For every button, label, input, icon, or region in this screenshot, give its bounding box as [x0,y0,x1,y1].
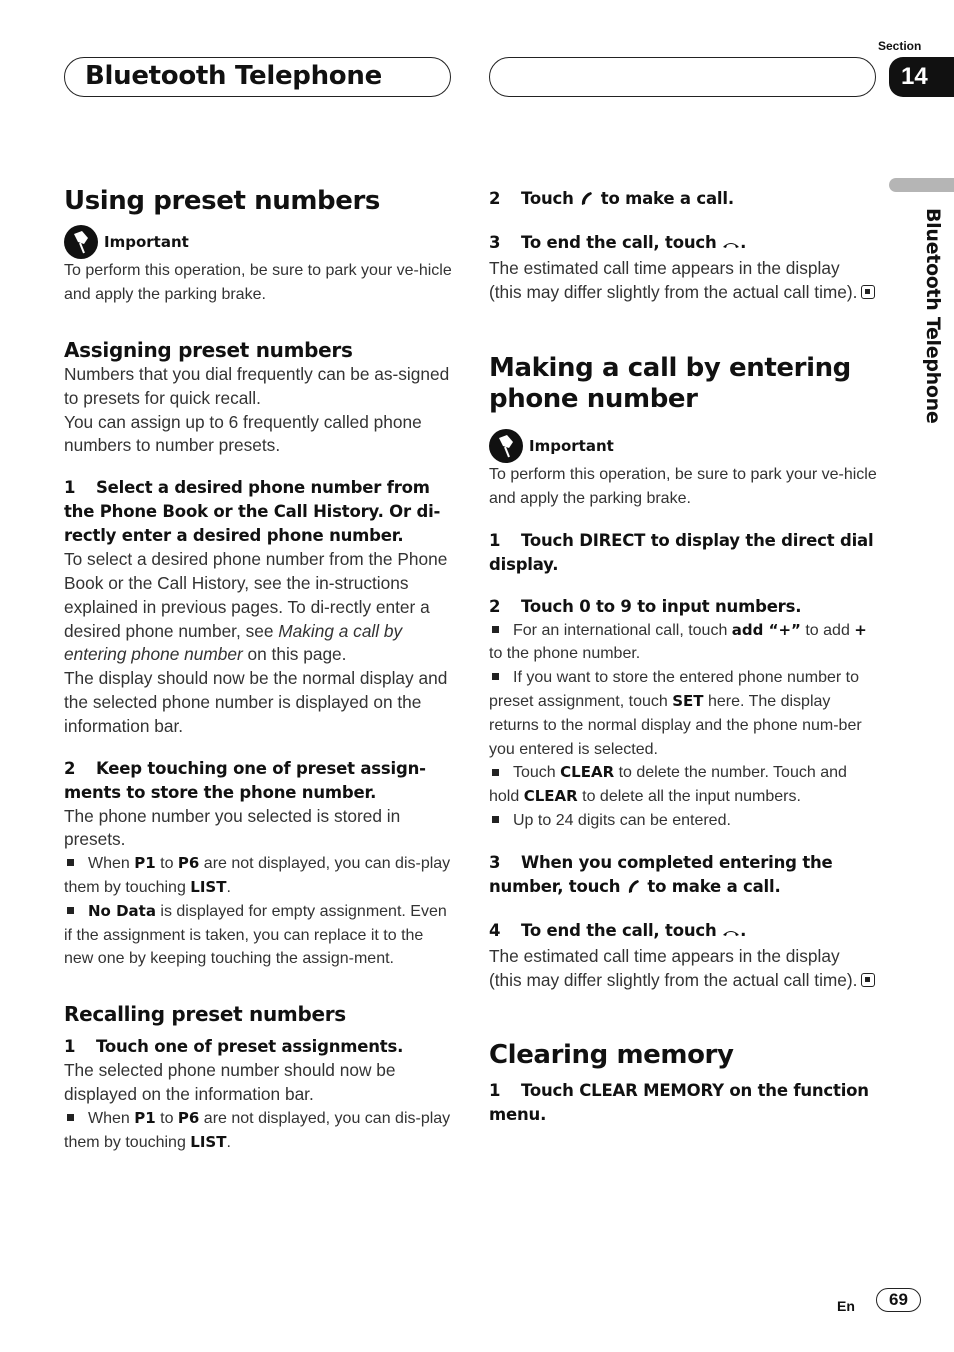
page-number: 69 [876,1288,921,1312]
call-handset-icon [626,877,642,901]
end-call-icon [722,233,740,257]
cont-step-3-body: The estimated call time appears in the d… [489,257,877,305]
bullet-square-icon [492,768,499,776]
header-title-pill: Bluetooth Telephone [64,57,451,97]
bullet-square-icon [67,1114,74,1121]
making-step-4: 4 To end the call, touch . [489,919,877,945]
heading-clearing-memory: Clearing memory [489,1040,734,1071]
cont-step-2: 2 Touch to make a call. [489,187,877,213]
bullet-square-icon [492,816,499,824]
making-bullet-2: If you want to store the entered phone n… [489,669,862,758]
important-label: Important [529,436,614,455]
assign-bullet-2: No Data is displayed for empty assignmen… [64,901,447,968]
pushpin-icon [489,428,523,463]
heading-recalling-preset-numbers: Recalling preset numbers [64,1002,346,1027]
heading-assigning-preset-numbers: Assigning preset numbers [64,338,353,362]
end-call-icon [722,921,740,945]
assign-step-2: 2 Keep touching one of preset assign-ment… [64,758,426,802]
bullet-square-icon [67,859,74,867]
assign-bullet-1: When P1 to P6 are not displayed, you can… [64,854,451,896]
making-step-3: 3 When you completed entering the number,… [489,851,877,901]
left-column: Using preset numbers Important To perfor… [64,186,452,1154]
right-column: 2 Touch to make a call. 3 To end the call,… [489,187,877,1127]
recall-bullet-1: When P1 to P6 are not displayed, you can… [64,1108,451,1151]
assign-step-1-body: To select a desired phone number from th… [64,549,448,665]
making-step-1: 1 Touch DIRECT to display the direct dial… [489,530,874,574]
cont-step-3: 3 To end the call, touch . [489,231,877,257]
making-bullet-1: For an international call, touch add “+”… [489,620,867,663]
assign-intro-2: You can assign up to 6 frequently called… [64,411,422,456]
important-text: To perform this operation, be sure to pa… [64,262,452,303]
recall-step-1-body: The selected phone number should now be … [64,1060,396,1104]
pushpin-icon [64,225,98,259]
end-of-section-icon [861,284,876,299]
assign-step-1: 1 Select a desired phone number from the … [64,478,441,546]
side-tab-marker [889,178,954,192]
making-step-4-body: The estimated call time appears in the d… [489,945,877,993]
important-notice: Important [64,225,452,259]
header-title: Bluetooth Telephone [85,61,382,91]
heading-using-preset-numbers: Using preset numbers [64,186,380,216]
section-label: Section [878,39,922,53]
important-label: Important [104,233,189,251]
side-tab-title: Bluetooth Telephone [922,208,944,424]
call-handset-icon [579,189,595,213]
bullet-square-icon [492,673,499,681]
assign-step-1-body-2: The display should now be the normal dis… [64,668,448,736]
assign-intro-1: Numbers that you dial frequently can be … [64,364,450,408]
making-bullet-4: Up to 24 digits can be entered. [489,809,877,833]
clearing-step-1: 1 Touch CLEAR MEMORY on the function menu… [489,1081,869,1125]
bullet-square-icon [492,625,499,633]
important-text: To perform this operation, be sure to pa… [489,465,877,507]
section-number: 14 [889,57,954,97]
making-bullet-3: Touch CLEAR to delete the number. Touch … [489,763,847,806]
bullet-square-icon [67,907,74,915]
header-empty-pill [489,57,876,97]
recall-step-1: 1 Touch one of preset assignments. [64,1037,404,1057]
heading-making-a-call: Making a call by entering phone number [489,352,851,414]
making-step-2: 2 Touch 0 to 9 to input numbers. [489,596,802,616]
language-label: En [837,1298,855,1314]
end-of-section-icon [861,972,876,987]
assign-step-2-body: The phone number you selected is stored … [64,805,401,850]
important-notice: Important [489,428,877,463]
